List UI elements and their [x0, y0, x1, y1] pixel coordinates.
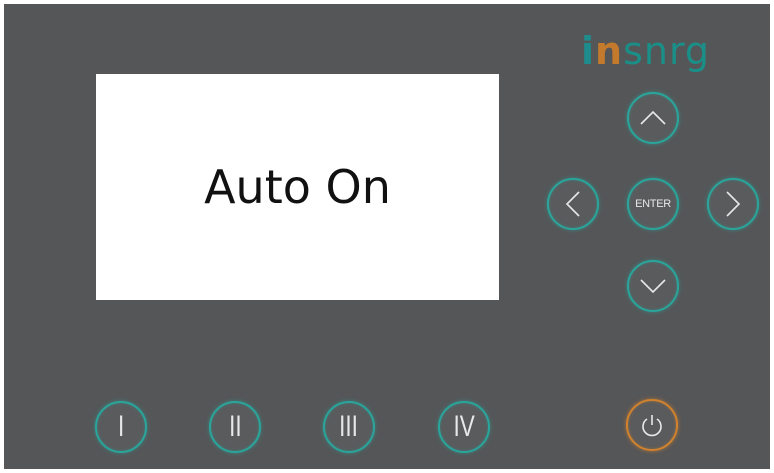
mode-button-3[interactable]: III — [323, 401, 375, 453]
brand-logo: insnrg — [581, 32, 710, 70]
control-panel: insnrg Auto On ENTER I II III IV — [4, 4, 770, 469]
mode-button-2[interactable]: II — [209, 401, 261, 453]
mode-label-1: I — [117, 410, 125, 443]
power-icon — [642, 415, 662, 437]
enter-label: ENTER — [635, 198, 671, 210]
enter-button[interactable]: ENTER — [627, 178, 679, 230]
display-text: Auto On — [204, 160, 391, 214]
down-button[interactable] — [627, 260, 679, 312]
chevron-right-icon — [726, 191, 741, 217]
chevron-down-icon — [640, 279, 666, 294]
mode-label-2: II — [228, 410, 242, 443]
right-button[interactable] — [707, 178, 759, 230]
mode-label-4: IV — [453, 410, 475, 443]
chevron-left-icon — [565, 191, 580, 217]
power-button[interactable] — [626, 399, 678, 451]
mode-button-1[interactable]: I — [95, 401, 147, 453]
logo-letter-i: i — [581, 29, 596, 73]
lcd-display: Auto On — [96, 74, 499, 300]
logo-letter-n: n — [595, 29, 624, 73]
logo-text-snrg: snrg — [623, 29, 711, 73]
left-button[interactable] — [547, 178, 599, 230]
mode-button-4[interactable]: IV — [438, 401, 490, 453]
mode-label-3: III — [339, 410, 359, 443]
chevron-up-icon — [640, 110, 666, 125]
up-button[interactable] — [627, 92, 679, 144]
